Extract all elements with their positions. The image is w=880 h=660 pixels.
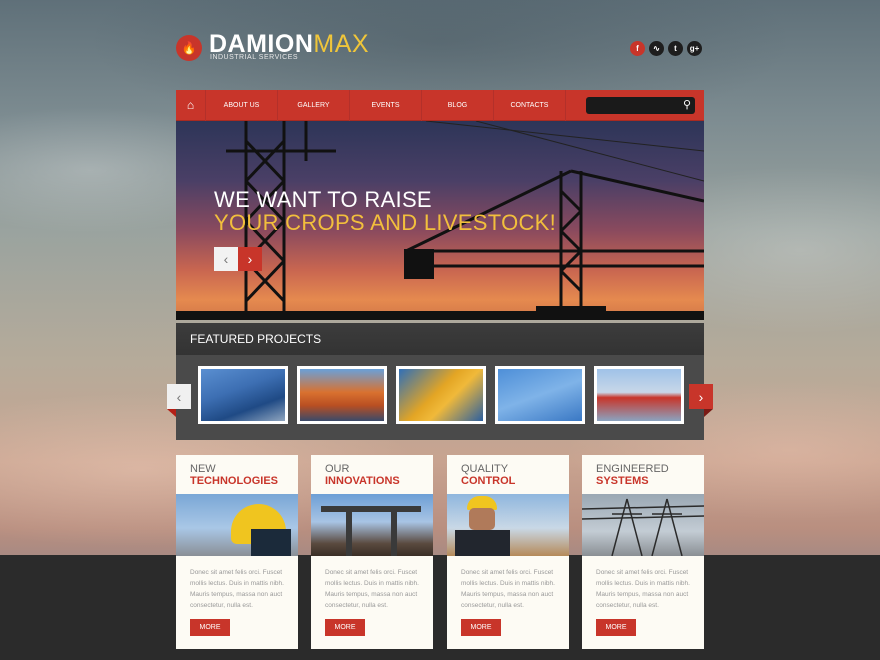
project-thumb[interactable] [198, 366, 288, 424]
ribbon-fold-right [704, 409, 713, 417]
card-image [447, 494, 569, 556]
card-text: Donec sit amet felis orci. Fuscet mollis… [325, 569, 419, 609]
card-title-top: ENGINEERED [596, 463, 669, 475]
project-thumb[interactable] [594, 366, 684, 424]
featured-next-button[interactable]: › [689, 384, 713, 409]
featured-title: FEATURED PROJECTS [176, 323, 704, 355]
card-text: Donec sit amet felis orci. Fuscet mollis… [596, 569, 690, 609]
project-thumb[interactable] [495, 366, 585, 424]
hero-subheadline: YOUR CROPS AND LIVESTOCK! [214, 210, 557, 235]
search-input[interactable] [586, 99, 676, 116]
twitter-icon[interactable]: t [668, 41, 683, 56]
more-button[interactable]: MORE [461, 619, 501, 636]
search-box: ⚲ [586, 97, 695, 116]
card-title-bottom: SYSTEMS [596, 475, 649, 487]
logo-tagline: INDUSTRIAL SERVICES [210, 54, 299, 61]
footer-band [0, 555, 880, 660]
card-title-bottom: TECHNOLOGIES [190, 475, 279, 487]
hero-slider: WE WANT TO RAISE YOUR CROPS AND LIVESTOC… [176, 121, 704, 320]
card-text: Donec sit amet felis orci. Fuscet mollis… [190, 569, 284, 609]
project-thumb[interactable] [396, 366, 486, 424]
card-text: Donec sit amet felis orci. Fuscet mollis… [461, 569, 555, 609]
card-title-bottom: CONTROL [461, 475, 516, 487]
project-thumb[interactable] [297, 366, 387, 424]
facebook-icon[interactable]: f [630, 41, 645, 56]
featured-thumbs [198, 366, 684, 424]
rss-icon[interactable]: ∿ [649, 41, 664, 56]
card-image [176, 494, 298, 556]
featured-prev-button[interactable]: ‹ [167, 384, 191, 409]
nav-item-about[interactable]: About us [206, 89, 278, 121]
nav-item-contacts[interactable]: Contacts [494, 89, 566, 121]
more-button[interactable]: MORE [596, 619, 636, 636]
card-technologies: NEW TECHNOLOGIES Donec sit amet felis or… [176, 455, 298, 649]
ribbon-fold-left [167, 409, 176, 417]
more-button[interactable]: MORE [190, 619, 230, 636]
card-title-bottom: INNOVATIONS [325, 475, 400, 487]
more-button[interactable]: MORE [325, 619, 365, 636]
google-plus-icon[interactable]: g+ [687, 41, 702, 56]
card-engineered-systems: ENGINEERED SYSTEMS Donec sit amet felis … [582, 455, 704, 649]
card-quality-control: QUALITY CONTROL Donec sit amet felis orc… [447, 455, 569, 649]
home-icon[interactable]: ⌂ [176, 89, 206, 121]
card-title-top: OUR [325, 463, 350, 475]
nav-item-gallery[interactable]: Gallery [278, 89, 350, 121]
nav-item-events[interactable]: Events [350, 89, 422, 121]
card-image [311, 494, 433, 556]
social-links: f ∿ t g+ [630, 41, 702, 56]
hero-prev-button[interactable]: ‹ [214, 247, 238, 271]
card-title-top: NEW [190, 463, 216, 475]
featured-projects: FEATURED PROJECTS [176, 323, 704, 440]
card-image [582, 494, 704, 556]
nav-item-blog[interactable]: Blog [422, 89, 494, 121]
card-innovations: OUR INNOVATIONS Donec sit amet felis orc… [311, 455, 433, 649]
search-icon[interactable]: ⚲ [683, 98, 691, 111]
hero-next-button[interactable]: › [238, 247, 262, 271]
logo-accent: MAX [313, 30, 370, 58]
logo-flame-icon[interactable]: 🔥 [176, 35, 202, 61]
card-title-top: QUALITY [461, 463, 509, 475]
